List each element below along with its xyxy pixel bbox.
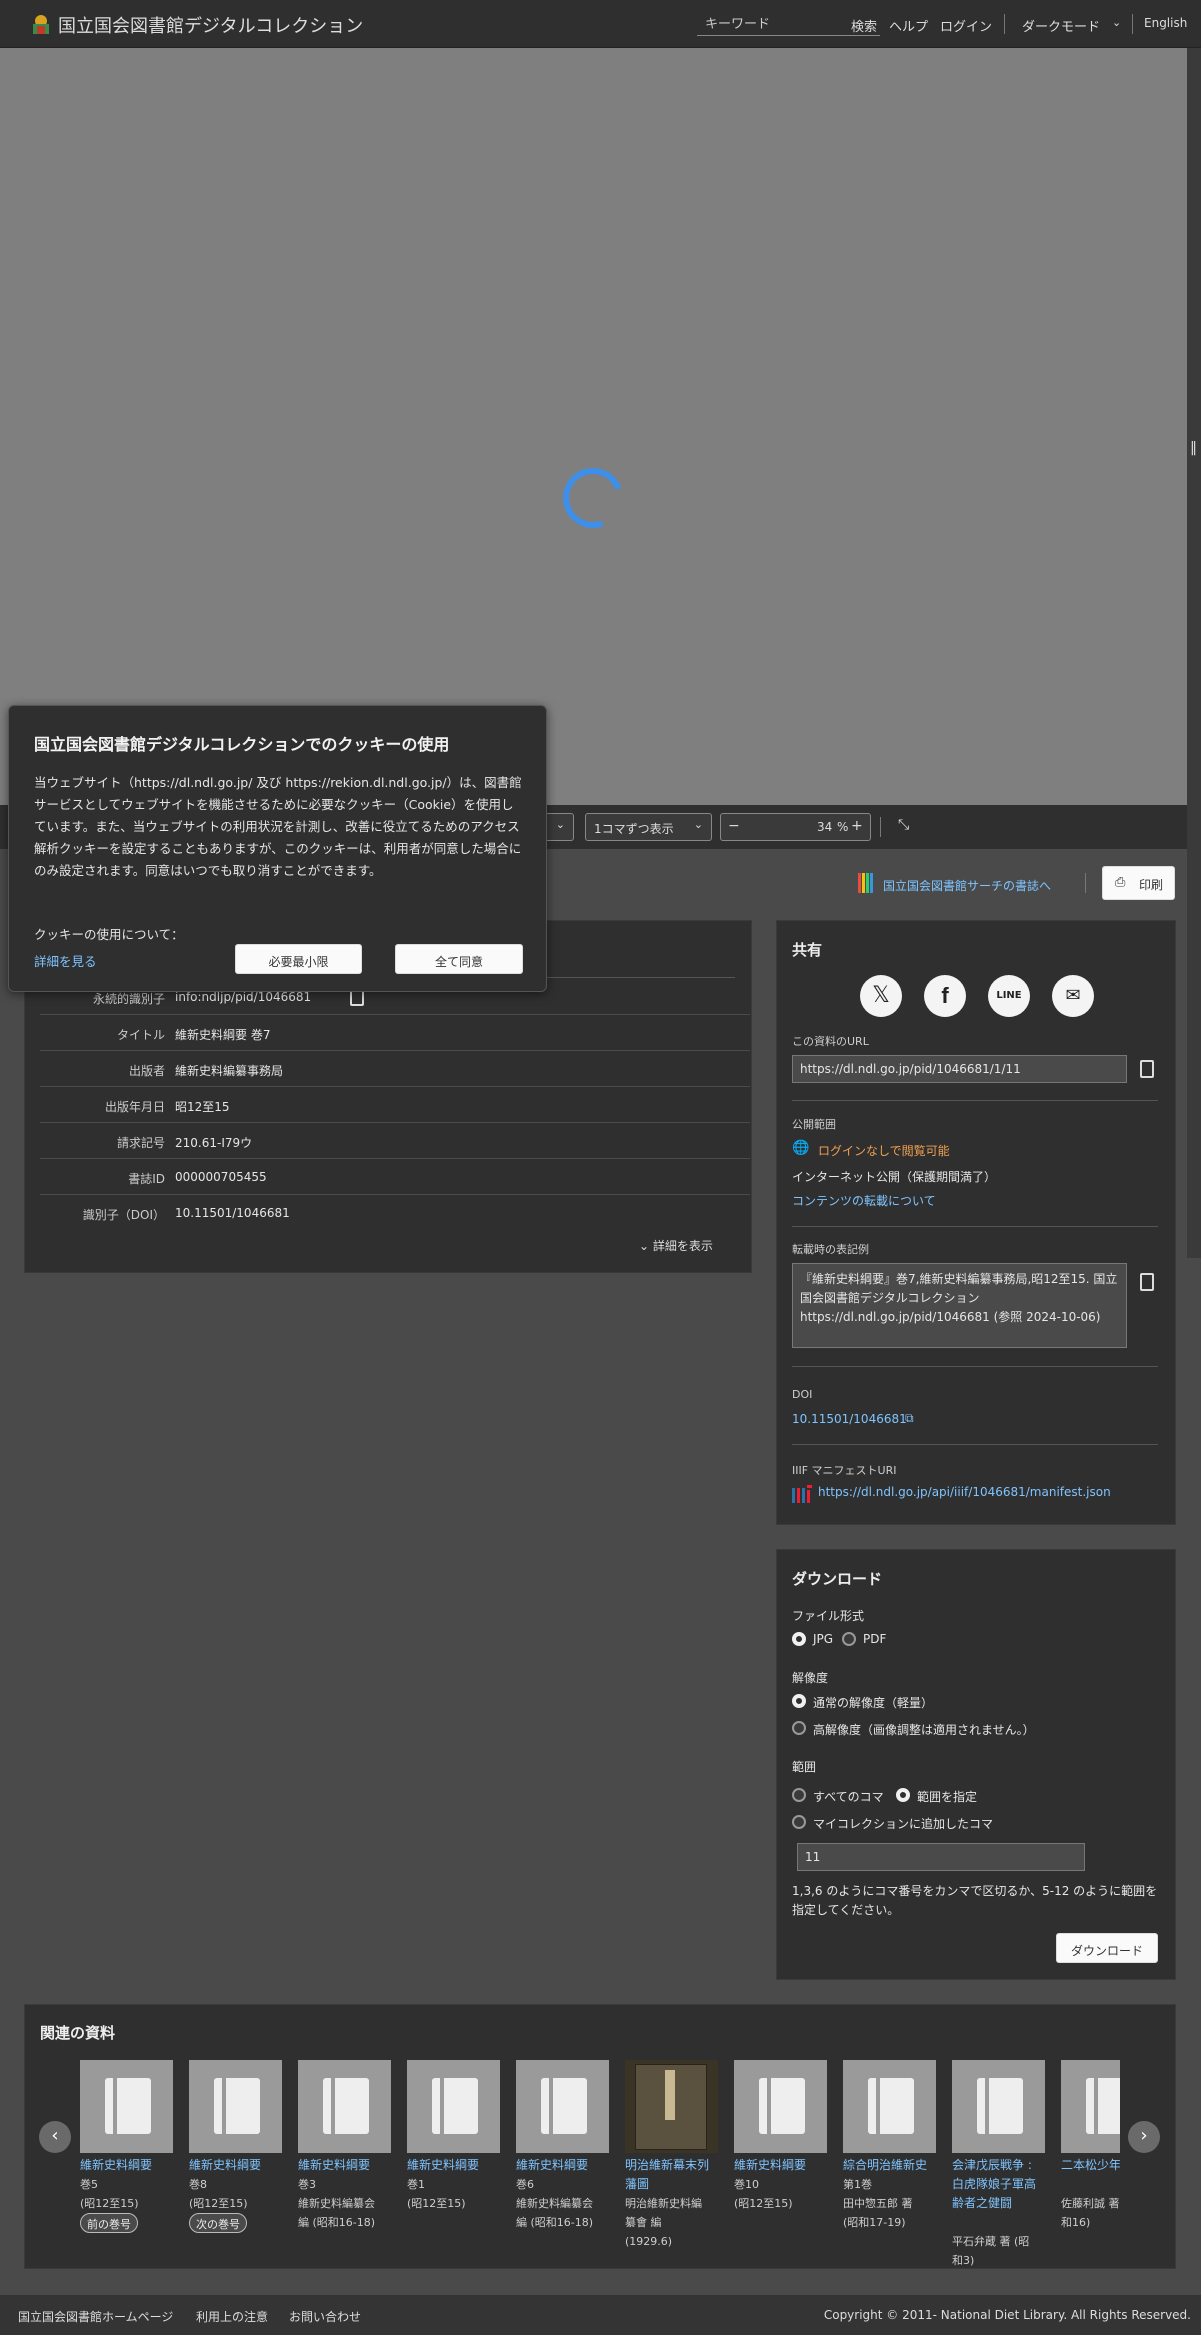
thumbnail[interactable] <box>734 2060 827 2153</box>
item-desc: 編 (昭和16-18) <box>516 2216 594 2229</box>
cookie-usage-label: クッキーの使用について： <box>34 927 184 942</box>
copy-icon[interactable] <box>1140 1060 1154 1078</box>
book-icon <box>868 2078 914 2134</box>
thumbnail[interactable] <box>189 2060 282 2153</box>
drag-handle-icon[interactable]: ‖ <box>1190 440 1197 456</box>
chevron-left-icon: ‹ <box>51 2125 59 2146</box>
book-icon <box>105 2078 151 2134</box>
thumbnail[interactable] <box>625 2060 718 2153</box>
footer-link-homepage[interactable]: 国立国会図書館ホームページ <box>18 2308 173 2325</box>
carousel-prev-button[interactable]: ‹ <box>39 2121 71 2153</box>
item-title[interactable]: 明治維新幕末列藩圖 <box>625 2156 720 2194</box>
chevron-right-icon: › <box>1140 2125 1148 2146</box>
print-label: 印刷 <box>1139 878 1164 892</box>
book-icon <box>432 2078 478 2134</box>
item-title[interactable]: 維新史料綱要 <box>407 2156 502 2175</box>
cookie-details-link[interactable]: 詳細を見る <box>34 951 97 970</box>
thumbnail[interactable] <box>516 2060 609 2153</box>
copy-icon[interactable] <box>1140 1273 1154 1291</box>
thumbnail[interactable] <box>407 2060 500 2153</box>
book-icon <box>1086 2078 1120 2134</box>
item-desc: 巻5 <box>80 2178 98 2191</box>
item-title[interactable]: 綜合明治維新史 <box>843 2156 938 2175</box>
thumbnail[interactable] <box>80 2060 173 2153</box>
cookie-body: 当ウェブサイト（https://dl.ndl.go.jp/ 及び https:/… <box>34 775 522 878</box>
item-desc: 編 (昭和16-18) <box>298 2216 376 2229</box>
cookie-consent-dialog: 国立国会図書館デジタルコレクションでのクッキーの使用 当ウェブサイト（https… <box>8 705 547 992</box>
thumbnail[interactable] <box>843 2060 936 2153</box>
english-link[interactable]: English <box>1144 16 1187 30</box>
book-icon <box>541 2078 587 2134</box>
item-desc: (昭12至15) <box>189 2197 248 2210</box>
book-icon <box>977 2078 1023 2134</box>
carousel-next-button[interactable]: › <box>1128 2121 1160 2153</box>
item-desc: 明治維新史料編 <box>625 2197 702 2210</box>
thumbnail[interactable] <box>1061 2060 1120 2153</box>
item-title[interactable]: 二本松少年隊話 <box>1061 2156 1120 2175</box>
book-icon <box>214 2078 260 2134</box>
item-desc: (昭12至15) <box>407 2197 466 2210</box>
next-volume-button[interactable]: 次の巻号 <box>189 2213 247 2233</box>
item-title[interactable]: 維新史料綱要 <box>298 2156 393 2175</box>
item-desc: 巻10 <box>734 2178 759 2191</box>
item-title[interactable]: 維新史料綱要 <box>80 2156 175 2175</box>
item-desc: 第1巻 <box>843 2178 872 2191</box>
related-carousel: 維新史料綱要 巻5 (昭12至15) 前の巻号 維新史料綱要 巻8 (昭12至1… <box>80 0 1120 2335</box>
item-desc: 巻8 <box>189 2178 207 2191</box>
item-title[interactable]: 会津戊辰戦争 : 白虎隊娘子軍高齢者之健闘 <box>952 2156 1047 2213</box>
header-divider <box>1132 14 1133 34</box>
cookie-title: 国立国会図書館デジタルコレクションでのクッキーの使用 <box>34 735 450 754</box>
item-desc: 纂會 編 <box>625 2216 662 2229</box>
side-panel-handle[interactable] <box>1187 48 1201 1258</box>
item-title[interactable]: 維新史料綱要 <box>516 2156 611 2175</box>
site-logo-icon[interactable] <box>30 12 52 36</box>
item-desc: 平石弁蔵 著 (昭 <box>952 2235 1030 2248</box>
item-desc: 巻1 <box>407 2178 425 2191</box>
item-desc: 維新史料編纂会 <box>516 2197 593 2210</box>
item-title[interactable]: 維新史料綱要 <box>189 2156 284 2175</box>
item-desc: (昭12至15) <box>734 2197 793 2210</box>
footer-link-contact[interactable]: お問い合わせ <box>289 2308 361 2325</box>
item-desc: 維新史料編纂会 <box>298 2197 375 2210</box>
item-desc: 和16) <box>1061 2216 1091 2229</box>
footer-link-terms[interactable]: 利用上の注意 <box>196 2308 268 2325</box>
item-desc: (昭12至15) <box>80 2197 139 2210</box>
item-desc: 和3) <box>952 2254 975 2267</box>
thumbnail[interactable] <box>952 2060 1045 2153</box>
cookie-accept-all-button[interactable]: 全て同意 <box>395 944 523 974</box>
item-desc: (1929.6) <box>625 2235 673 2248</box>
book-icon <box>759 2078 805 2134</box>
book-icon <box>323 2078 369 2134</box>
item-desc: 巻6 <box>516 2178 534 2191</box>
thumbnail[interactable] <box>298 2060 391 2153</box>
footer: 国立国会図書館ホームページ 利用上の注意 お問い合わせ Copyright © … <box>0 2295 1201 2335</box>
cookie-minimum-button[interactable]: 必要最小限 <box>235 944 362 974</box>
book-label-image <box>665 2070 675 2120</box>
item-desc: 巻3 <box>298 2178 316 2191</box>
item-desc: 田中惣五郎 著 <box>843 2197 913 2210</box>
item-desc: (昭和17-19) <box>843 2216 906 2229</box>
copyright: Copyright © 2011- National Diet Library.… <box>823 2308 1191 2322</box>
previous-volume-button[interactable]: 前の巻号 <box>80 2213 138 2233</box>
item-desc: 佐藤利誠 著 <box>1061 2197 1120 2210</box>
item-title[interactable]: 維新史料綱要 <box>734 2156 829 2175</box>
